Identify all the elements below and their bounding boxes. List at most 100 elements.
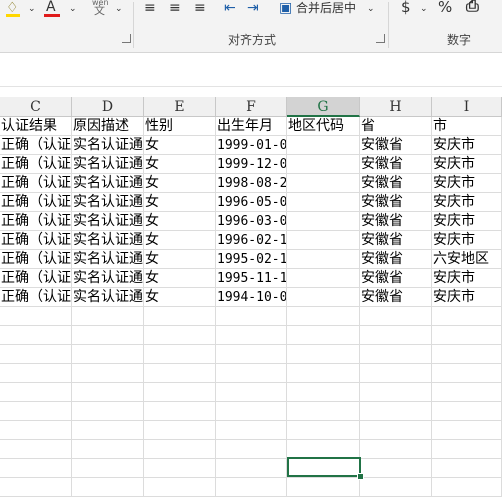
empty-cell[interactable] [216, 478, 287, 497]
empty-cell[interactable] [144, 364, 216, 383]
empty-cell[interactable] [216, 383, 287, 402]
table-cell[interactable]: 正确（认证 [0, 155, 72, 174]
empty-cell[interactable] [287, 326, 360, 345]
table-cell[interactable]: 安徽省 [360, 212, 432, 231]
table-cell[interactable]: 实名认证通 [72, 136, 144, 155]
table-cell[interactable]: 安庆市 [432, 231, 502, 250]
header-cell[interactable]: 性别 [144, 117, 216, 136]
empty-cell[interactable] [287, 478, 360, 497]
empty-cell[interactable] [432, 383, 502, 402]
empty-cell[interactable] [72, 402, 144, 421]
table-cell[interactable]: 正确（认证 [0, 231, 72, 250]
table-cell[interactable] [287, 174, 360, 193]
currency-dropdown-icon[interactable]: ⌄ [420, 1, 428, 17]
empty-cell[interactable] [216, 326, 287, 345]
empty-cell[interactable] [432, 364, 502, 383]
empty-cell[interactable] [216, 345, 287, 364]
empty-cell[interactable] [144, 326, 216, 345]
table-cell[interactable]: 正确（认证 [0, 136, 72, 155]
fill-handle[interactable] [357, 473, 364, 480]
table-cell[interactable]: 安徽省 [360, 269, 432, 288]
increase-indent-icon[interactable]: ⇥ [247, 0, 259, 16]
empty-cell[interactable] [216, 440, 287, 459]
empty-cell[interactable] [72, 345, 144, 364]
align-center-icon[interactable]: ≡ [169, 0, 181, 16]
table-cell[interactable]: 安庆市 [432, 269, 502, 288]
empty-cell[interactable] [72, 440, 144, 459]
table-cell[interactable]: 安庆市 [432, 174, 502, 193]
table-cell[interactable]: 实名认证通 [72, 212, 144, 231]
table-cell[interactable]: 女 [144, 136, 216, 155]
empty-cell[interactable] [360, 440, 432, 459]
table-cell[interactable]: 正确（认证 [0, 269, 72, 288]
table-cell[interactable]: 1996-03-0 [216, 212, 287, 231]
empty-cell[interactable] [0, 459, 72, 478]
empty-cell[interactable] [287, 345, 360, 364]
empty-cell[interactable] [360, 345, 432, 364]
table-cell[interactable]: 女 [144, 174, 216, 193]
table-cell[interactable]: 女 [144, 193, 216, 212]
percent-format-button[interactable]: % [438, 0, 452, 15]
empty-cell[interactable] [0, 307, 72, 326]
empty-cell[interactable] [0, 440, 72, 459]
empty-cell[interactable] [72, 478, 144, 497]
table-cell[interactable]: 女 [144, 155, 216, 174]
table-cell[interactable]: 1999-01-0 [216, 136, 287, 155]
font-color-dropdown-icon[interactable]: ⌄ [69, 1, 77, 17]
empty-cell[interactable] [432, 345, 502, 364]
empty-cell[interactable] [0, 364, 72, 383]
empty-cell[interactable] [360, 402, 432, 421]
empty-cell[interactable] [144, 402, 216, 421]
header-cell[interactable]: 原因描述 [72, 117, 144, 136]
align-left-icon[interactable]: ≡ [144, 0, 156, 16]
table-cell[interactable]: 女 [144, 250, 216, 269]
empty-cell[interactable] [72, 307, 144, 326]
table-cell[interactable]: 女 [144, 269, 216, 288]
empty-cell[interactable] [432, 478, 502, 497]
empty-cell[interactable] [144, 459, 216, 478]
header-cell[interactable]: 市 [432, 117, 502, 136]
table-cell[interactable]: 1996-02-1 [216, 231, 287, 250]
table-cell[interactable]: 实名认证通 [72, 193, 144, 212]
column-header-c[interactable]: C [0, 97, 72, 117]
table-cell[interactable]: 安徽省 [360, 136, 432, 155]
table-cell[interactable]: 1995-11-1 [216, 269, 287, 288]
empty-cell[interactable] [360, 364, 432, 383]
table-cell[interactable] [287, 155, 360, 174]
empty-cell[interactable] [72, 326, 144, 345]
empty-cell[interactable] [216, 364, 287, 383]
empty-cell[interactable] [432, 402, 502, 421]
table-cell[interactable]: 女 [144, 231, 216, 250]
empty-cell[interactable] [216, 307, 287, 326]
comma-style-icon[interactable]: ⎙ [466, 0, 479, 14]
empty-cell[interactable] [287, 402, 360, 421]
empty-cell[interactable] [432, 440, 502, 459]
column-header-h[interactable]: H [360, 97, 432, 117]
table-cell[interactable]: 1994-10-0 [216, 288, 287, 307]
formula-bar[interactable] [0, 60, 502, 87]
column-header-i[interactable]: I [432, 97, 502, 117]
merge-dropdown-icon[interactable]: ⌄ [367, 1, 375, 17]
font-group-launcher[interactable] [122, 34, 131, 43]
table-cell[interactable]: 1998-08-2 [216, 174, 287, 193]
empty-cell[interactable] [216, 459, 287, 478]
column-header-g[interactable]: G [287, 97, 360, 117]
empty-cell[interactable] [144, 478, 216, 497]
table-cell[interactable]: 实名认证通 [72, 269, 144, 288]
empty-cell[interactable] [144, 383, 216, 402]
column-header-d[interactable]: D [72, 97, 144, 117]
empty-cell[interactable] [432, 326, 502, 345]
empty-cell[interactable] [287, 307, 360, 326]
empty-cell[interactable] [72, 383, 144, 402]
empty-cell[interactable] [0, 326, 72, 345]
spreadsheet-grid[interactable]: CDEFGHI 认证结果 原因描述 性别 出生年月 地区代码省市正确（认证 实名认证通女 1… [0, 97, 502, 497]
empty-cell[interactable] [72, 421, 144, 440]
header-cell[interactable]: 地区代码 [287, 117, 360, 136]
table-cell[interactable]: 实名认证通 [72, 155, 144, 174]
table-cell[interactable]: 实名认证通 [72, 288, 144, 307]
table-cell[interactable]: 正确（认证 [0, 250, 72, 269]
empty-cell[interactable] [360, 326, 432, 345]
active-cell[interactable] [287, 457, 361, 477]
table-cell[interactable]: 安徽省 [360, 250, 432, 269]
empty-cell[interactable] [360, 307, 432, 326]
